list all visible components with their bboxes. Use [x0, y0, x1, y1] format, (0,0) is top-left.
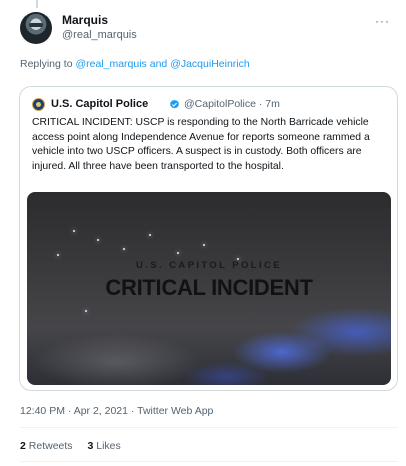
- tweet-header: Marquis @real_marquis ···: [20, 12, 398, 52]
- likes-label: Likes: [96, 440, 121, 452]
- quoted-author-name: U.S. Capitol Police: [51, 98, 149, 110]
- replying-to-prefix: Replying to: [20, 58, 73, 70]
- divider: [20, 427, 398, 428]
- author-display-name[interactable]: Marquis: [62, 13, 137, 28]
- tweet-timestamp[interactable]: 12:40 PM · Apr 2, 2021 · Twitter Web App: [20, 404, 213, 418]
- retweets-count: 2: [20, 440, 26, 452]
- replying-to: Replying to @real_marquis and @JacquiHei…: [20, 57, 250, 71]
- quoted-handle-time: @CapitolPolice · 7m: [184, 98, 280, 110]
- quoted-author-avatar: [32, 98, 45, 111]
- quoted-tweet-card[interactable]: U.S. Capitol Police @CapitolPolice · 7m …: [19, 86, 398, 391]
- quoted-tweet-text: CRITICAL INCIDENT: USCP is responding to…: [32, 117, 370, 172]
- reply-connector: and: [149, 58, 168, 70]
- tweet-stats: 2 Retweets 3 Likes: [20, 439, 133, 453]
- quoted-media-video[interactable]: U.S. CAPITOL POLICE CRITICAL INCIDENT: [27, 192, 391, 385]
- author-avatar[interactable]: [20, 12, 52, 44]
- verified-badge-icon: [170, 99, 179, 109]
- media-title: CRITICAL INCIDENT: [105, 275, 313, 300]
- likes-stat[interactable]: 3 Likes: [87, 440, 120, 452]
- media-subtitle: U.S. CAPITOL POLICE: [135, 260, 283, 271]
- author-names: Marquis @real_marquis: [62, 13, 137, 43]
- retweets-stat[interactable]: 2 Retweets: [20, 440, 73, 452]
- divider: [20, 461, 398, 462]
- ellipsis-icon[interactable]: ···: [375, 14, 390, 28]
- author-handle[interactable]: @real_marquis: [62, 28, 137, 43]
- reply-user-link[interactable]: @real_marquis: [75, 58, 146, 70]
- thread-connector-line: [36, 0, 38, 8]
- quoted-tweet-header: U.S. Capitol Police @CapitolPolice · 7m: [32, 97, 389, 113]
- reply-user-link[interactable]: @JacquiHeinrich: [170, 58, 250, 70]
- retweets-label: Retweets: [28, 440, 73, 452]
- likes-count: 3: [87, 440, 94, 452]
